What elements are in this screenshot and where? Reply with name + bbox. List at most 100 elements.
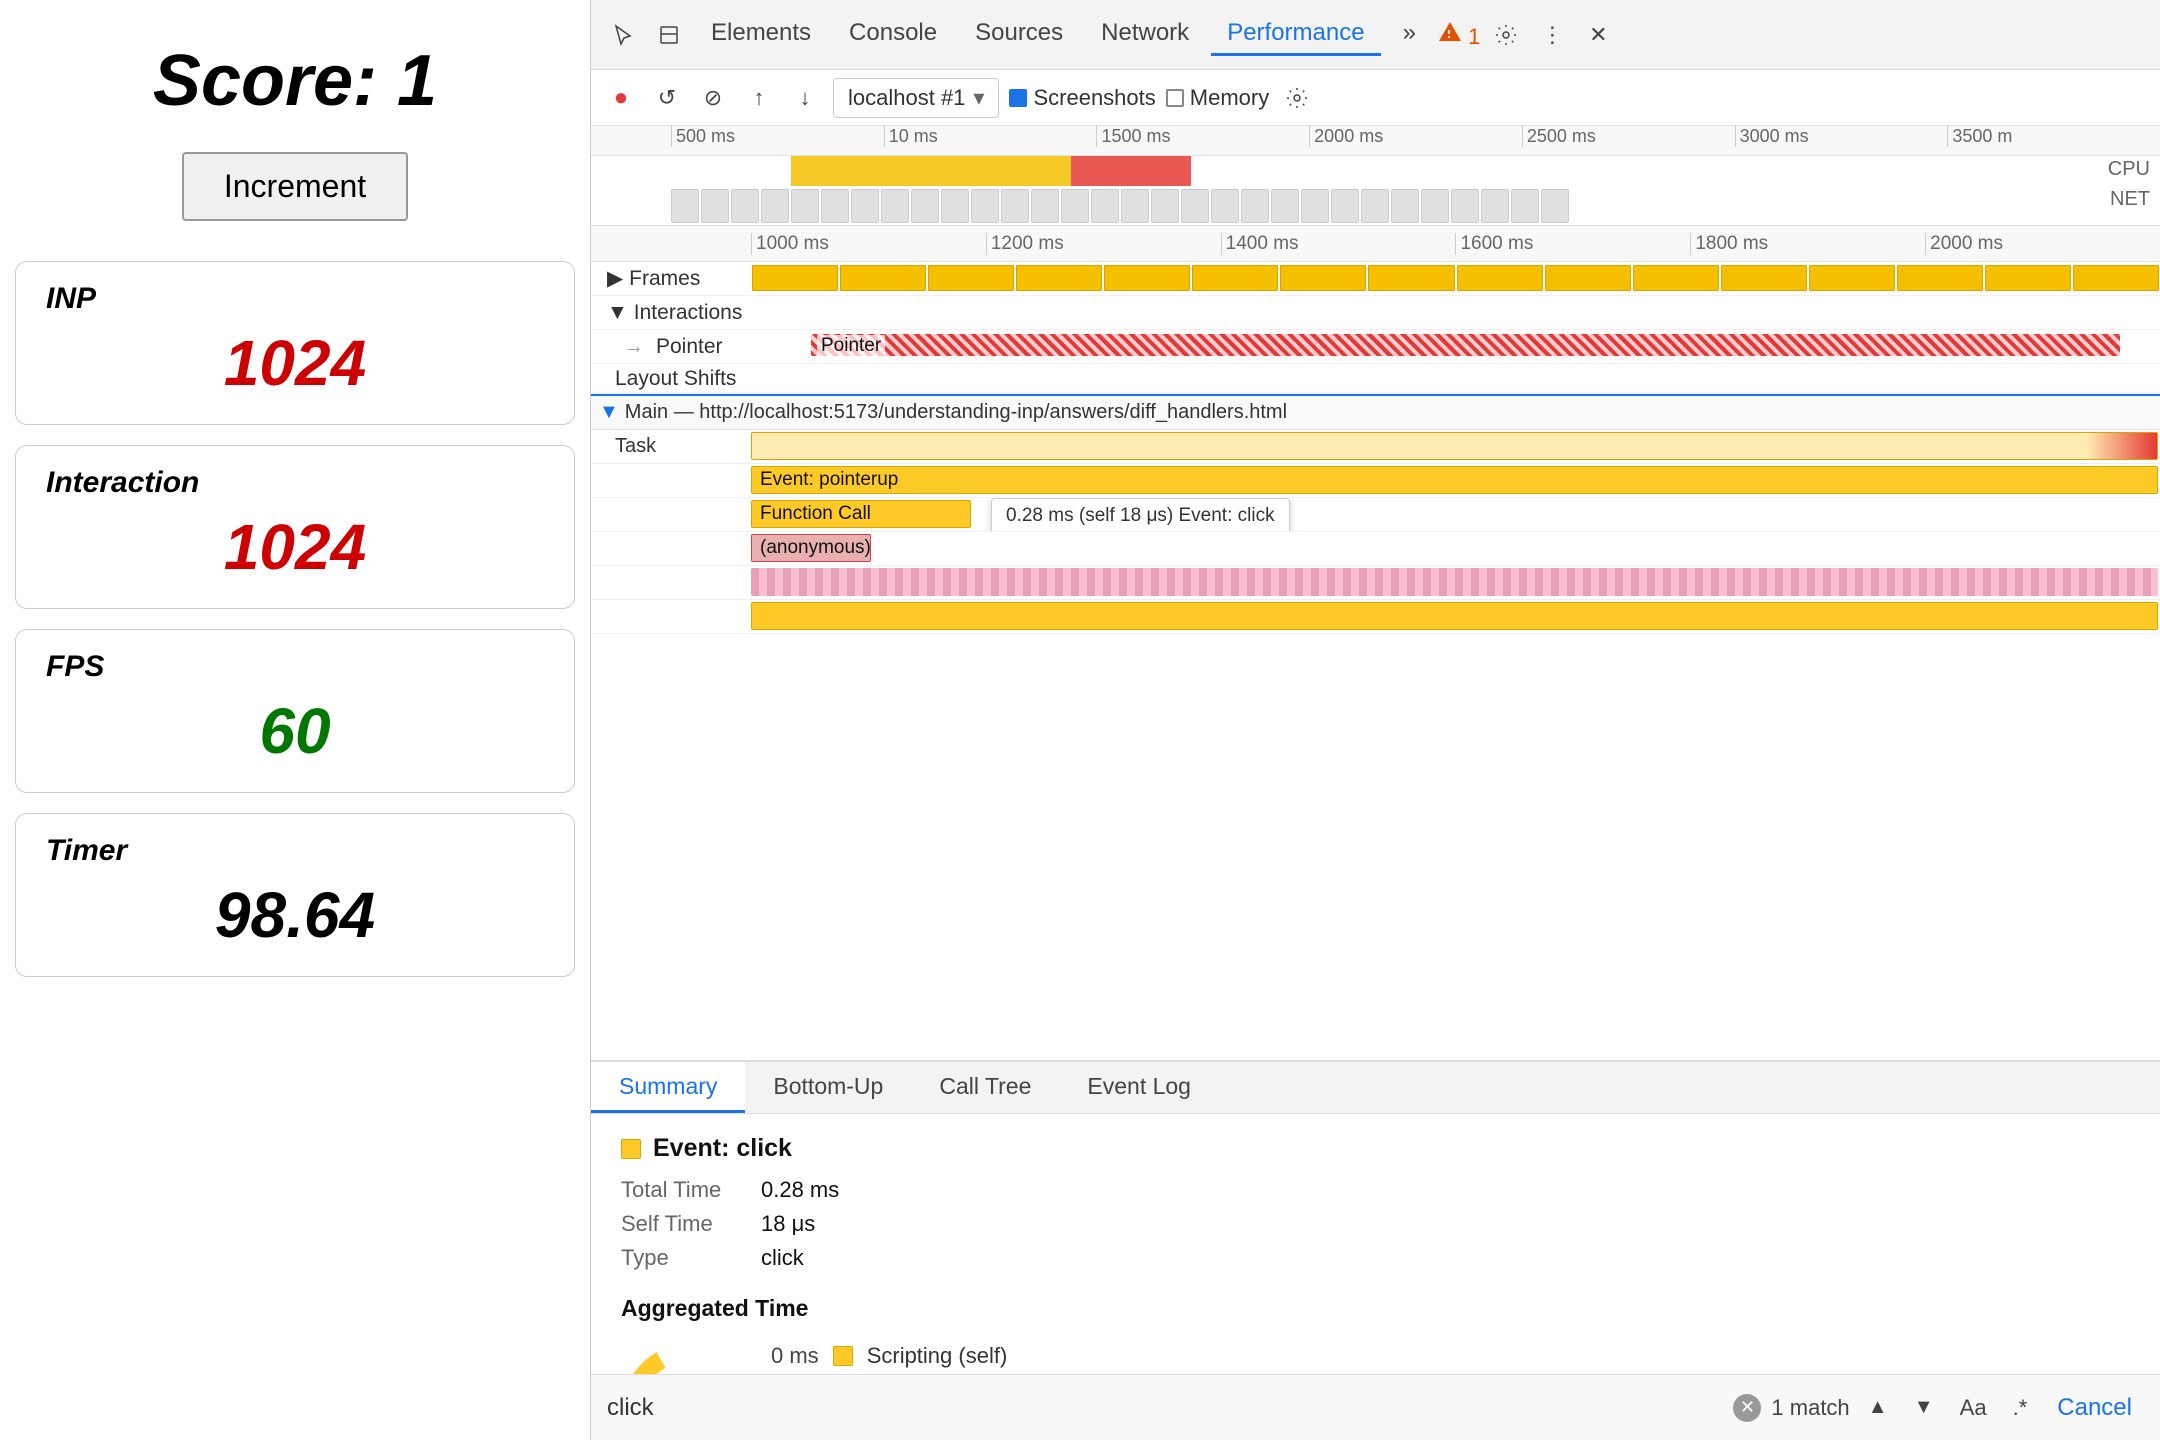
cursor-icon[interactable]: [603, 15, 643, 55]
function-call-bar[interactable]: Function Call: [751, 500, 971, 528]
frames-expand-icon[interactable]: ▶: [607, 266, 623, 291]
search-cancel-button[interactable]: Cancel: [2045, 1390, 2144, 1426]
frame-block: [1368, 265, 1454, 291]
screenshot-thumb: [1091, 189, 1119, 223]
close-icon[interactable]: ✕: [1578, 15, 1618, 55]
event-click-label: Event: click: [653, 1134, 792, 1163]
timer-value: 98.64: [46, 878, 544, 952]
search-input[interactable]: [607, 1394, 1723, 1422]
search-bar: ✕ 1 match ▲ ▼ Aa .* Cancel: [591, 1374, 2160, 1440]
donut-area: 0 ms Scripting (self) 0 ms Scripting (ch…: [621, 1342, 2130, 1374]
tooltip-box: 0.28 ms (self 18 μs) Event: click: [991, 498, 1290, 531]
increment-button[interactable]: Increment: [182, 152, 408, 221]
mini-timeline[interactable]: 500 ms 10 ms 1500 ms 2000 ms 2500 ms 300…: [591, 126, 2160, 226]
match-case-button[interactable]: Aa: [1952, 1391, 1995, 1425]
frames-label[interactable]: ▶ Frames: [591, 266, 751, 291]
frame-block: [1985, 265, 2071, 291]
event-pointerup-bar[interactable]: Event: pointerup: [751, 466, 2158, 494]
frame-block: [1633, 265, 1719, 291]
yellow-bar-row[interactable]: [591, 600, 2160, 634]
anonymous-content[interactable]: (anonymous): [751, 532, 2160, 565]
interactions-row[interactable]: ▼ Interactions: [591, 296, 2160, 330]
search-prev-button[interactable]: ▲: [1860, 1390, 1896, 1426]
tab-network[interactable]: Network: [1085, 13, 1205, 56]
record-button[interactable]: ●: [603, 80, 639, 116]
pointer-bar[interactable]: [811, 334, 2120, 356]
tab-event-log[interactable]: Event Log: [1059, 1062, 1219, 1113]
main-timeline[interactable]: 1000 ms 1200 ms 1400 ms 1600 ms 1800 ms …: [591, 226, 2160, 1060]
dock-icon[interactable]: [649, 15, 689, 55]
frames-row[interactable]: ▶ Frames: [591, 262, 2160, 296]
screenshot-thumb: [791, 189, 819, 223]
tab-call-tree[interactable]: Call Tree: [911, 1062, 1059, 1113]
event-pointerup-content[interactable]: Event: pointerup: [751, 464, 2160, 497]
yellow-bar[interactable]: [751, 602, 2158, 630]
mini-ruler: 500 ms 10 ms 1500 ms 2000 ms 2500 ms 300…: [591, 126, 2160, 156]
main-expand-icon[interactable]: ▼: [599, 401, 619, 424]
interactions-label-text: Interactions: [634, 301, 743, 325]
tick-3: 1600 ms: [1455, 233, 1690, 255]
record-settings-icon[interactable]: [1279, 80, 1315, 116]
function-call-row[interactable]: Function Call 0.28 ms (self 18 μs) Event…: [591, 498, 2160, 532]
timeline-ruler: 1000 ms 1200 ms 1400 ms 1600 ms 1800 ms …: [591, 226, 2160, 262]
pointer-content[interactable]: Pointer: [751, 330, 2160, 363]
memory-checkbox[interactable]: [1166, 89, 1184, 107]
function-call-content[interactable]: Function Call 0.28 ms (self 18 μs) Event…: [751, 498, 2160, 531]
fps-card: FPS 60: [15, 629, 575, 793]
interactions-expand-icon[interactable]: ▼: [607, 301, 628, 325]
tab-sources[interactable]: Sources: [959, 13, 1079, 56]
task-row[interactable]: Task: [591, 430, 2160, 464]
pointer-bar-label: Pointer: [817, 335, 885, 357]
settings-icon[interactable]: [1486, 15, 1526, 55]
interactions-label[interactable]: ▼ Interactions: [591, 301, 751, 325]
pointer-label-text: Pointer: [656, 335, 723, 359]
task-content[interactable]: [751, 430, 2160, 463]
anonymous-row[interactable]: (anonymous): [591, 532, 2160, 566]
frame-block: [1016, 265, 1102, 291]
tab-bottom-up[interactable]: Bottom-Up: [745, 1062, 911, 1113]
tab-elements[interactable]: Elements: [695, 13, 827, 56]
scripting-self-label: Scripting (self): [867, 1343, 1008, 1369]
tick-4: 1800 ms: [1690, 233, 1925, 255]
yellow-bar-content[interactable]: [751, 600, 2160, 633]
clear-button[interactable]: ⊘: [695, 80, 731, 116]
type-val: click: [761, 1245, 804, 1271]
upload-profile-button[interactable]: ↑: [741, 80, 777, 116]
frame-block: [1809, 265, 1895, 291]
search-clear-button[interactable]: ✕: [1733, 1394, 1761, 1422]
screenshot-thumb: [1241, 189, 1269, 223]
pointer-row[interactable]: → Pointer Pointer: [591, 330, 2160, 364]
pink-bar-row[interactable]: [591, 566, 2160, 600]
screenshots-checkbox[interactable]: [1009, 89, 1027, 107]
tab-summary[interactable]: Summary: [591, 1062, 745, 1113]
inp-value: 1024: [46, 326, 544, 400]
bottom-panel: Summary Bottom-Up Call Tree Event Log Ev…: [591, 1060, 2160, 1440]
anonymous-text: (anonymous): [760, 537, 871, 559]
interaction-card: Interaction 1024: [15, 445, 575, 609]
tab-performance[interactable]: Performance: [1211, 13, 1380, 56]
tab-console[interactable]: Console: [833, 13, 953, 56]
pink-bar-content[interactable]: [751, 566, 2160, 599]
dropdown-icon[interactable]: ▾: [973, 85, 984, 111]
timeline-rows: ▶ Frames: [591, 262, 2160, 1060]
screenshot-thumb: [1331, 189, 1359, 223]
frame-block: [2073, 265, 2159, 291]
url-display: localhost #1 ▾: [833, 78, 999, 118]
timer-label: Timer: [46, 834, 544, 868]
event-pointerup-row[interactable]: Event: pointerup: [591, 464, 2160, 498]
frames-bar: [751, 264, 2160, 292]
more-options-icon[interactable]: ⋮: [1532, 15, 1572, 55]
download-profile-button[interactable]: ↓: [787, 80, 823, 116]
screenshot-thumb: [821, 189, 849, 223]
anonymous-bar[interactable]: (anonymous): [751, 534, 871, 562]
main-thread-header[interactable]: ▼ Main — http://localhost:5173/understan…: [591, 396, 2160, 430]
fps-label: FPS: [46, 650, 544, 684]
pink-bar[interactable]: [751, 568, 2158, 596]
regex-button[interactable]: .*: [2005, 1391, 2036, 1425]
event-pointerup-text: Event: pointerup: [760, 469, 898, 491]
screenshot-thumb: [1211, 189, 1239, 223]
task-bar[interactable]: [751, 432, 2158, 460]
reload-record-button[interactable]: ↺: [649, 80, 685, 116]
search-next-button[interactable]: ▼: [1906, 1390, 1942, 1426]
tab-more[interactable]: »: [1387, 13, 1432, 56]
